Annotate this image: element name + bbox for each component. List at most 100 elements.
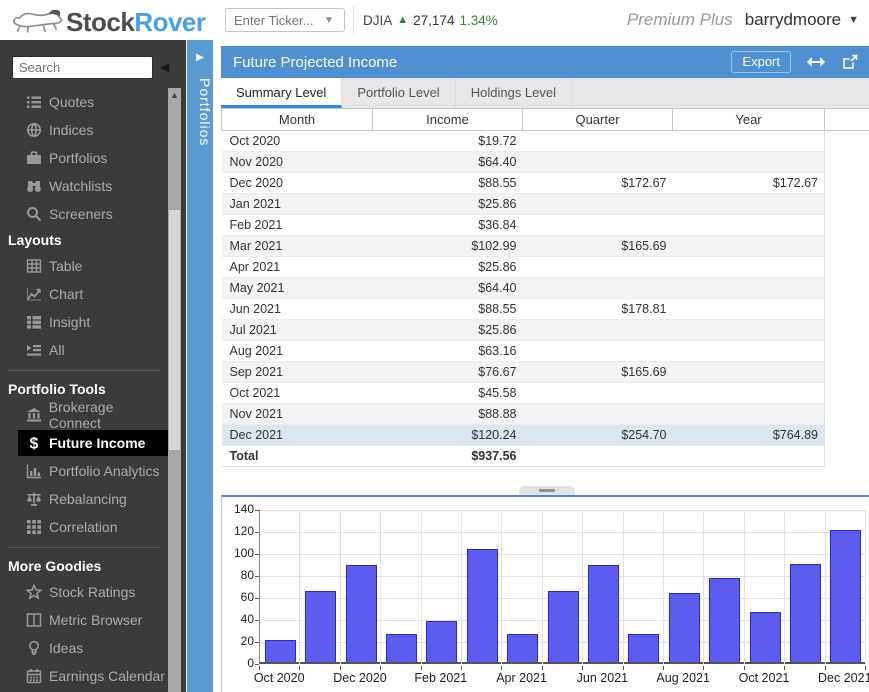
- portfolios-collapsed-tab[interactable]: ▶ Portfolios: [187, 40, 213, 692]
- gridline-vertical: [461, 510, 462, 664]
- y-axis-tick: [255, 532, 259, 533]
- y-axis-label: 100: [226, 546, 254, 560]
- table-row[interactable]: Dec 2021$120.24$254.70$764.89: [222, 425, 869, 446]
- table-row[interactable]: May 2021$64.40: [222, 278, 869, 299]
- y-axis-tick: [255, 510, 259, 511]
- sidebar-item-ideas[interactable]: Ideas: [0, 634, 168, 662]
- tab-portfolio-level[interactable]: Portfolio Level: [342, 78, 455, 108]
- sidebar-item-portfolios[interactable]: Portfolios: [0, 144, 168, 172]
- filler-cell: [825, 257, 869, 278]
- sidebar-item-correlation[interactable]: Correlation: [0, 513, 168, 541]
- pane-splitter-handle[interactable]: [519, 486, 575, 495]
- table-row[interactable]: Mar 2021$102.99$165.69: [222, 236, 869, 257]
- tab-holdings-level[interactable]: Holdings Level: [456, 78, 572, 108]
- filler-cell: [825, 446, 869, 467]
- x-axis-tick: [663, 666, 664, 670]
- income-cell: $76.67: [373, 362, 523, 383]
- sidebar-item-metric-browser[interactable]: Metric Browser: [0, 606, 168, 634]
- sidebar-item-screeners[interactable]: Screeners: [0, 200, 168, 228]
- filler-cell: [825, 152, 869, 173]
- account-area: Premium Plus barrydmoore ▼: [627, 0, 859, 40]
- x-axis-tick: [501, 666, 502, 670]
- sidebar-item-rebalancing[interactable]: Rebalancing: [0, 485, 168, 513]
- sidebar-item-table[interactable]: Table: [0, 252, 168, 280]
- table-row[interactable]: Oct 2020$19.72: [222, 131, 869, 152]
- income-cell: $102.99: [373, 236, 523, 257]
- x-axis-label: Jun 2021: [567, 671, 637, 685]
- table-row[interactable]: Feb 2021$36.84: [222, 215, 869, 236]
- x-axis-tick: [461, 666, 462, 670]
- tab-summary-level[interactable]: Summary Level: [221, 78, 342, 108]
- sidebar-item-watchlists[interactable]: Watchlists: [0, 172, 168, 200]
- sidebar-scrollbar[interactable]: ▲: [168, 88, 181, 692]
- collapse-sidebar-icon[interactable]: ◀: [160, 60, 169, 74]
- month-cell: May 2021: [222, 278, 373, 299]
- income-cell: $45.58: [373, 383, 523, 404]
- table-row[interactable]: Oct 2021$45.58: [222, 383, 869, 404]
- table-row[interactable]: Jul 2021$25.86: [222, 320, 869, 341]
- scroll-up-icon[interactable]: ▲: [168, 90, 181, 100]
- sidebar-item-portfolio-analytics[interactable]: Portfolio Analytics: [0, 457, 168, 485]
- lightbulb-icon: [25, 640, 43, 656]
- open-external-icon[interactable]: [841, 54, 859, 70]
- section-divider: [8, 370, 160, 371]
- gridline-horizontal: [260, 554, 866, 555]
- gridline-vertical: [825, 510, 826, 664]
- sidebar-item-all[interactable]: All: [0, 336, 168, 364]
- y-axis-tick: [255, 620, 259, 621]
- sidebar-item-insight[interactable]: Insight: [0, 308, 168, 336]
- section-header-portfolio-tools: Portfolio Tools: [0, 377, 168, 401]
- sidebar-item-stock-ratings[interactable]: Stock Ratings: [0, 578, 168, 606]
- sidebar-item-brokerage-connect[interactable]: Brokerage Connect: [0, 401, 168, 429]
- x-axis-label: Apr 2021: [487, 671, 557, 685]
- section-header-more-goodies: More Goodies: [0, 554, 168, 578]
- resize-horizontal-icon[interactable]: [807, 54, 825, 70]
- y-axis-tick: [255, 664, 259, 665]
- star-icon: [25, 584, 43, 600]
- chevron-down-icon[interactable]: ▼: [324, 15, 334, 26]
- filler-cell: [825, 131, 869, 152]
- ticker-search-box[interactable]: ▼: [225, 8, 345, 32]
- export-button[interactable]: Export: [731, 51, 791, 73]
- sidebar-item-label: Indices: [49, 122, 93, 138]
- section-header-layouts: Layouts: [0, 228, 168, 252]
- topbar-divider: [353, 6, 354, 34]
- quarter-cell: [523, 215, 673, 236]
- user-menu[interactable]: barrydmoore ▼: [745, 10, 859, 30]
- x-axis-label: Dec 2020: [325, 671, 395, 685]
- table-row[interactable]: Apr 2021$25.86: [222, 257, 869, 278]
- sidebar-item-indices[interactable]: Indices: [0, 116, 168, 144]
- sidebar-item-earnings-calendar[interactable]: Earnings Calendar: [0, 662, 168, 690]
- total-year: [673, 446, 825, 467]
- table-row[interactable]: Nov 2020$64.40: [222, 152, 869, 173]
- sidebar-item-quotes[interactable]: Quotes: [0, 88, 168, 116]
- x-axis-tick: [380, 666, 381, 670]
- sidebar-item-chart[interactable]: Chart: [0, 280, 168, 308]
- stockrover-logo[interactable]: StockRover: [10, 4, 206, 41]
- sidebar-item-future-income[interactable]: $Future Income: [18, 430, 168, 456]
- year-cell: [673, 341, 825, 362]
- income-cell: $19.72: [373, 131, 523, 152]
- filler-cell: [825, 362, 869, 383]
- table-row[interactable]: Dec 2020$88.55$172.67$172.67: [222, 173, 869, 194]
- table-row[interactable]: Aug 2021$63.16: [222, 341, 869, 362]
- expand-right-icon[interactable]: ▶: [187, 52, 213, 63]
- quarter-cell: [523, 131, 673, 152]
- x-axis-tick: [865, 666, 866, 670]
- index-name: DJIA: [363, 13, 392, 28]
- level-tabs: Summary LevelPortfolio LevelHoldings Lev…: [221, 78, 869, 108]
- filler-cell: [825, 194, 869, 215]
- table-row[interactable]: Sep 2021$76.67$165.69: [222, 362, 869, 383]
- table-row[interactable]: Jun 2021$88.55$178.81: [222, 299, 869, 320]
- ticker-input[interactable]: [234, 13, 322, 28]
- month-cell: Dec 2021: [222, 425, 373, 446]
- year-cell: [673, 257, 825, 278]
- filler-cell: [825, 425, 869, 446]
- scrollbar-thumb[interactable]: [169, 210, 180, 450]
- income-cell: $63.16: [373, 341, 523, 362]
- table-row[interactable]: Jan 2021$25.86: [222, 194, 869, 215]
- market-index-quote[interactable]: DJIA ▲ 27,174 1.34%: [363, 0, 498, 40]
- income-table: MonthIncomeQuarterYear Oct 2020$19.72Nov…: [221, 108, 869, 467]
- search-input[interactable]: [12, 56, 153, 79]
- table-row[interactable]: Nov 2021$88.88: [222, 404, 869, 425]
